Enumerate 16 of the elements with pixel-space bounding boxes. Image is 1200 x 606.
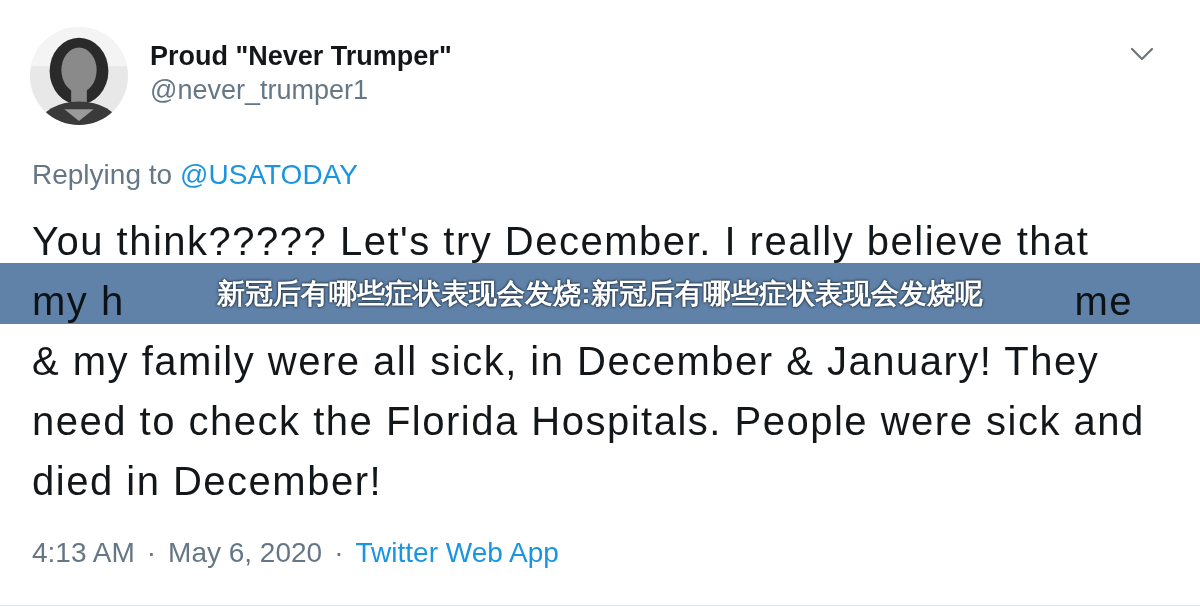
tweet-text-line: died in December! bbox=[32, 458, 384, 505]
tweet-text-line: & my family were all sick, in December & January! They bbox=[32, 338, 1101, 385]
author-handle[interactable]: @never_trumper1 bbox=[150, 73, 452, 107]
author-name[interactable]: Proud "Never Trumper" bbox=[150, 39, 452, 73]
separator-dot: · bbox=[146, 536, 157, 570]
tweet-timestamp: May 6, 2020 bbox=[168, 536, 323, 570]
tweet-text-fragment: me bbox=[1074, 278, 1133, 325]
tweet-text-line: You think????? Let's try December. I really believe that bbox=[32, 218, 1091, 265]
tweet-text-fragment: my h bbox=[32, 278, 125, 325]
chevron-down-icon[interactable] bbox=[1130, 47, 1154, 61]
source-link[interactable]: Twitter Web App bbox=[355, 535, 559, 571]
tweet-timestamp: 4:13 AM bbox=[32, 536, 135, 570]
tweet-text-line: need to check the Florida Hospitals. People were sick and bbox=[32, 398, 1146, 445]
replying-to-label: Replying to bbox=[32, 158, 173, 192]
separator-dot: · bbox=[334, 536, 344, 570]
mention-link[interactable]: @USATODAY bbox=[180, 157, 358, 193]
